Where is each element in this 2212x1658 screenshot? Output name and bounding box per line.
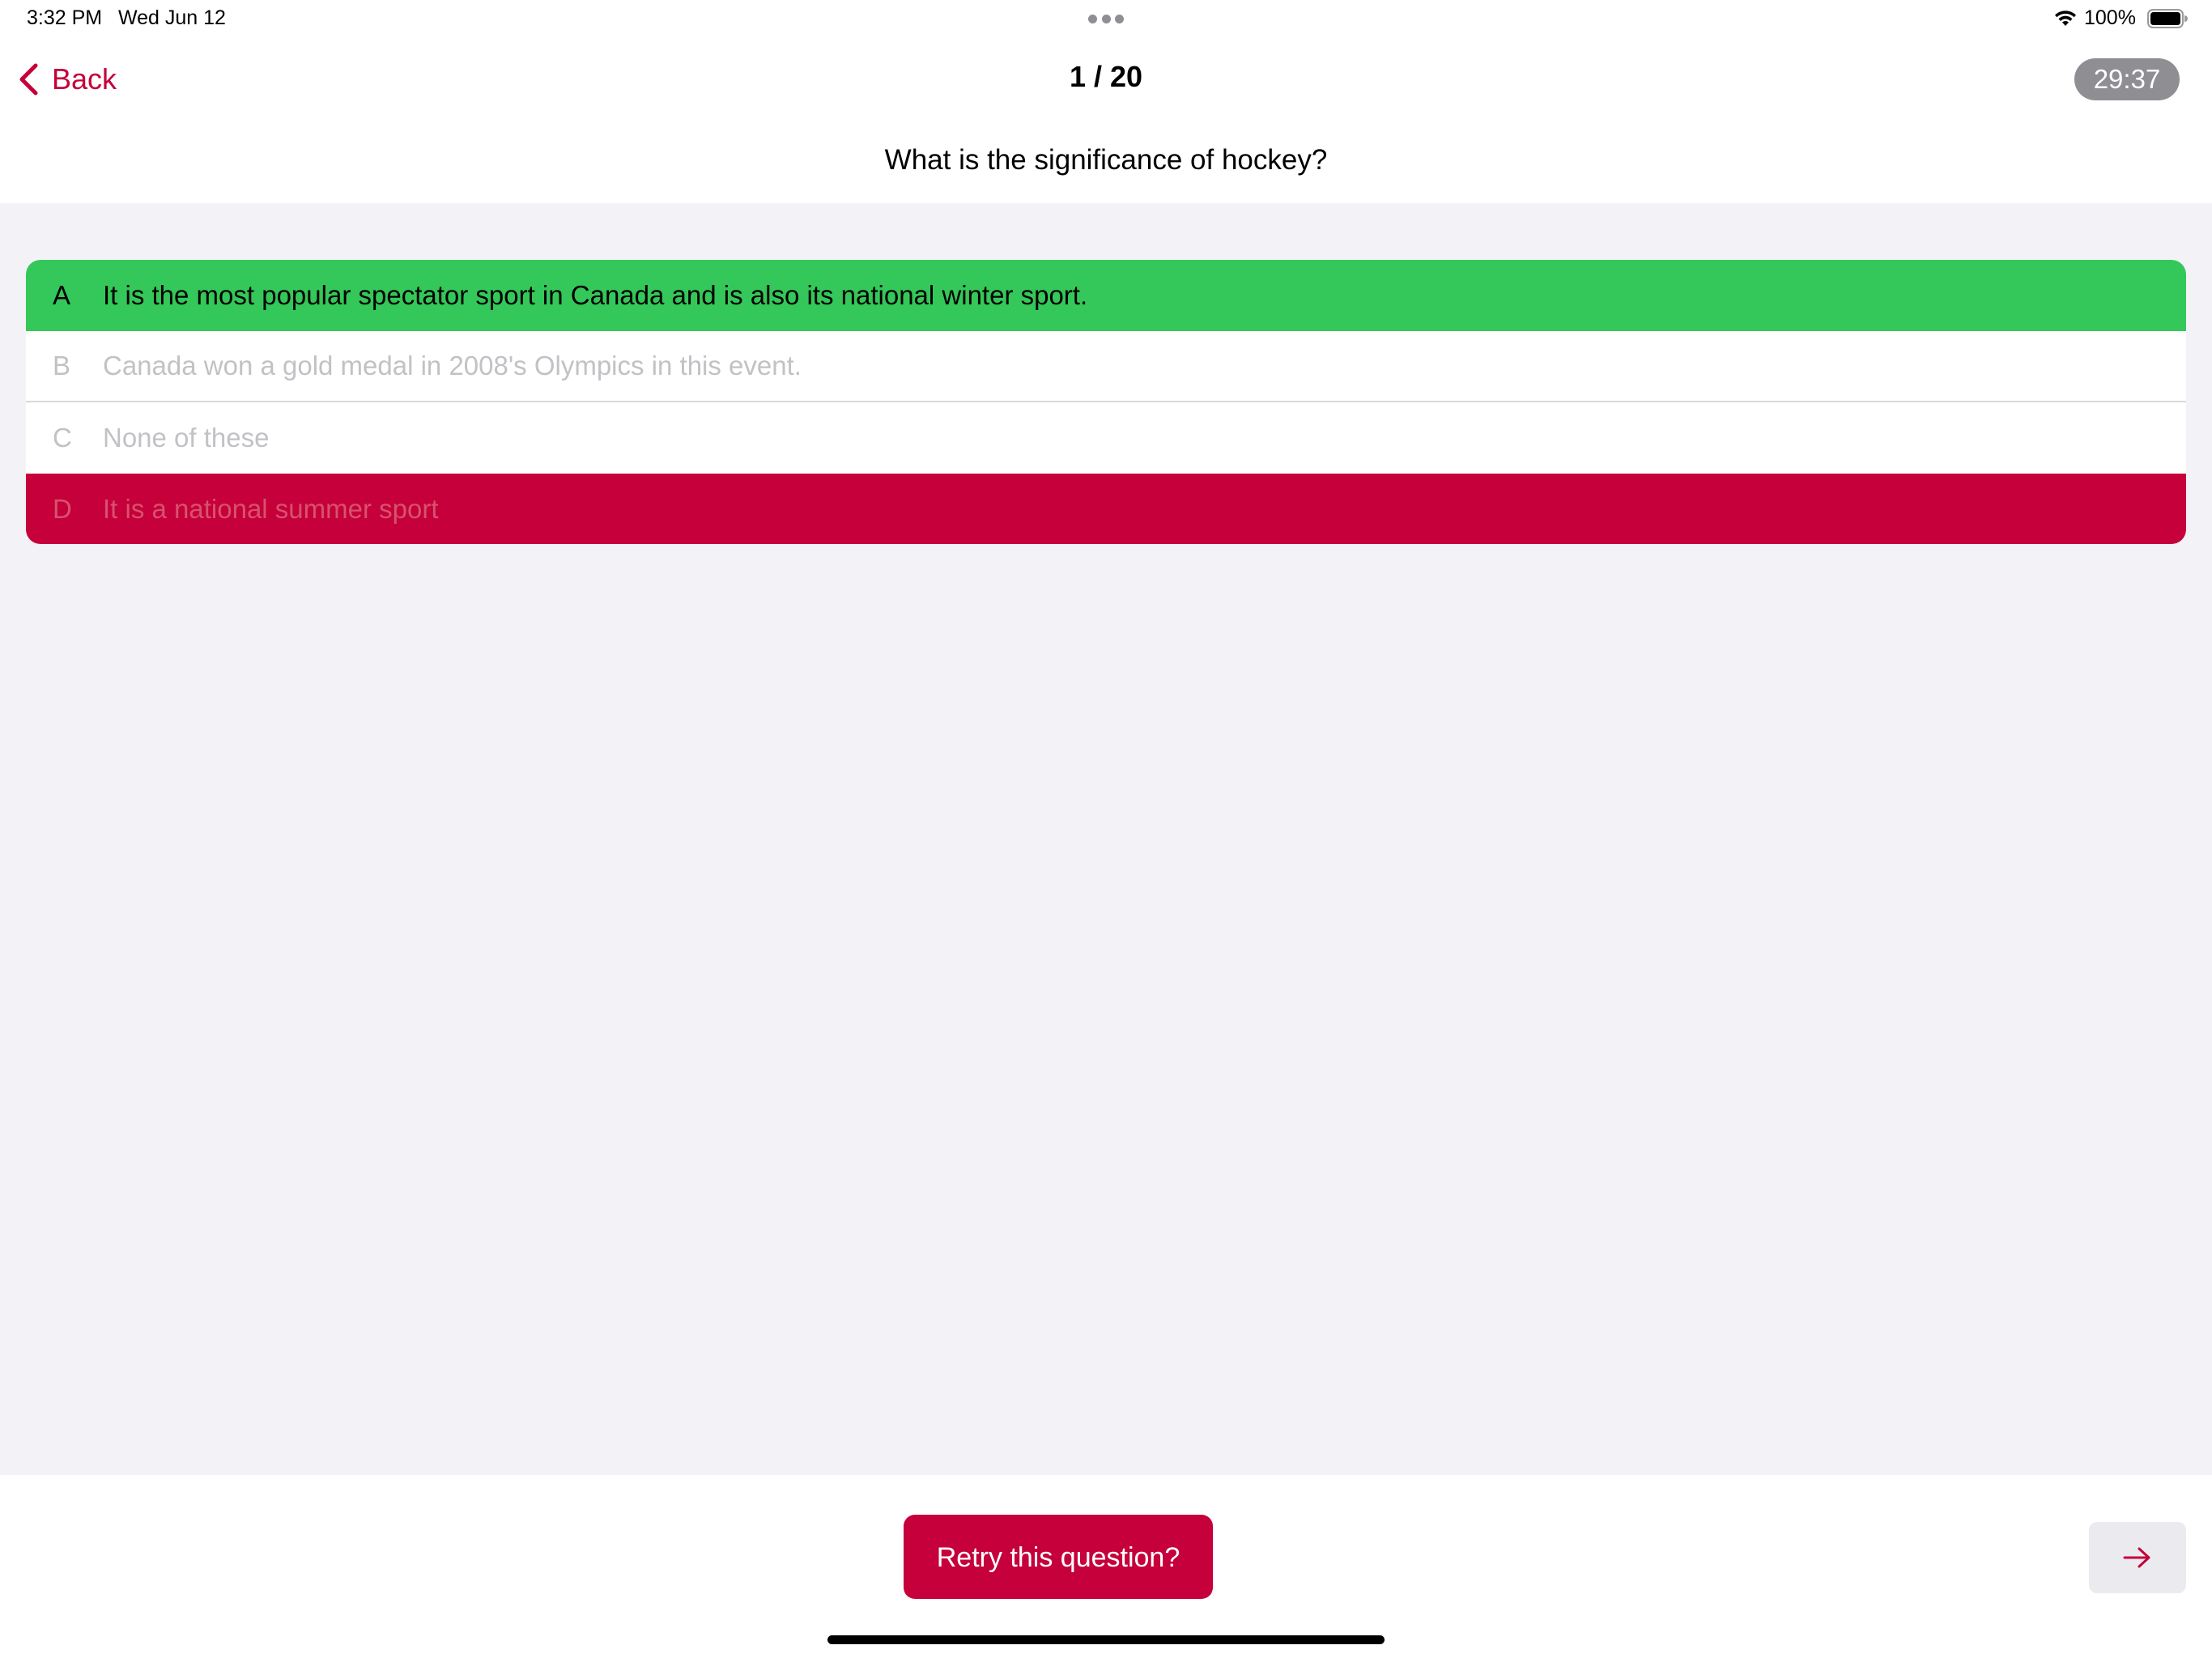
status-time: 3:32 PM — [27, 6, 103, 29]
answer-option-d[interactable]: D It is a national summer sport — [26, 474, 2186, 544]
status-bar: 3:32 PM Wed Jun 12 100% — [0, 0, 2212, 40]
chevron-left-icon — [19, 63, 38, 96]
timer-badge: 29:37 — [2074, 58, 2180, 100]
wifi-icon — [2055, 11, 2076, 26]
question-text: What is the significance of hockey? — [884, 144, 1328, 176]
answer-option-b[interactable]: B Canada won a gold medal in 2008's Olym… — [26, 331, 2186, 402]
back-button[interactable]: Back — [18, 58, 117, 100]
answer-option-c[interactable]: C None of these — [26, 402, 2186, 474]
answer-list: A It is the most popular spectator sport… — [26, 260, 2186, 544]
header-area: 3:32 PM Wed Jun 12 100% Back 1 / 20 29:3… — [0, 0, 2212, 203]
answer-text: Canada won a gold medal in 2008's Olympi… — [103, 351, 802, 380]
answer-letter: C — [53, 423, 72, 453]
answer-letter: D — [53, 494, 72, 524]
arrow-right-icon — [2123, 1547, 2150, 1568]
answer-text: It is a national summer sport — [103, 494, 439, 524]
retry-question-button[interactable]: Retry this question? — [904, 1515, 1213, 1599]
question-progress: 1 / 20 — [1069, 60, 1143, 93]
answer-text: It is the most popular spectator sport i… — [103, 280, 1088, 310]
home-indicator[interactable] — [827, 1635, 1385, 1644]
back-label: Back — [52, 62, 117, 96]
battery-percent: 100% — [2084, 6, 2136, 29]
battery-icon — [2147, 9, 2188, 28]
answer-letter: B — [53, 351, 71, 380]
quiz-screen: 3:32 PM Wed Jun 12 100% Back 1 / 20 29:3… — [0, 0, 2212, 1658]
answer-text: None of these — [103, 423, 270, 453]
status-date: Wed Jun 12 — [118, 6, 226, 29]
answer-option-a[interactable]: A It is the most popular spectator sport… — [26, 260, 2186, 331]
next-question-button[interactable] — [2089, 1522, 2186, 1593]
answer-letter: A — [53, 280, 71, 310]
more-dots-icon[interactable] — [1088, 14, 1124, 23]
